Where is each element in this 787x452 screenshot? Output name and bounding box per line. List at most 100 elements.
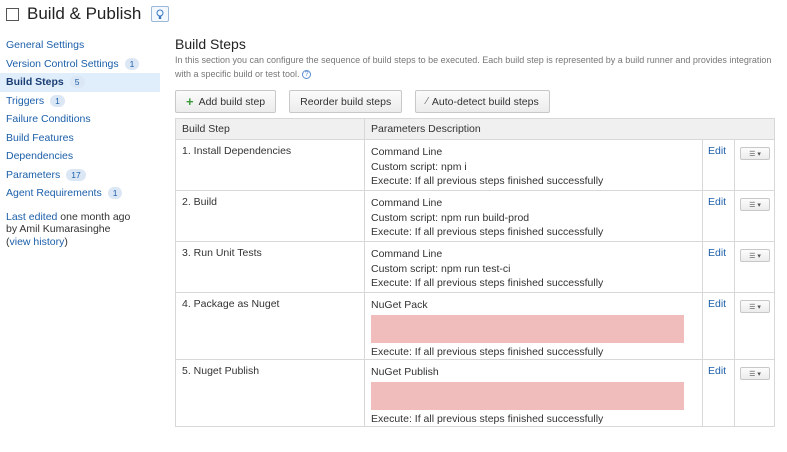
main-content: Build Steps In this section you can conf… [175, 36, 775, 427]
count-badge: 1 [124, 57, 140, 70]
list-icon: ☰ ▾ [749, 303, 761, 311]
runner-type: Command Line [371, 146, 443, 158]
table-row[interactable]: 3. Run Unit Tests Command Line Custom sc… [175, 241, 775, 293]
step-parameters: NuGet Pack Execute: If all previous step… [364, 292, 703, 360]
add-build-step-button[interactable]: + Add build step [175, 90, 277, 113]
list-icon: ☰ ▾ [749, 201, 761, 209]
edit-link[interactable]: Edit [708, 365, 726, 377]
edit-link[interactable]: Edit [708, 298, 726, 310]
list-icon: ☰ ▾ [749, 370, 761, 378]
sidebar-item-label: Dependencies [6, 150, 74, 163]
actions-menu-button[interactable]: ☰ ▾ [740, 249, 770, 262]
button-label: Auto-detect build steps [431, 95, 539, 108]
checkbox-icon[interactable] [6, 7, 19, 21]
table-row[interactable]: 2. Build Command Line Custom script: npm… [175, 190, 775, 242]
sidebar-item-version-control-settings[interactable]: Version Control Settings 1 [0, 55, 160, 74]
sidebar-item-label: Triggers [6, 94, 45, 107]
edit-cell: Edit [702, 139, 735, 191]
actions-menu-button[interactable]: ☰ ▾ [740, 367, 770, 380]
sidebar-item-label: General Settings [6, 39, 85, 52]
question-circle-icon[interactable]: ? [302, 69, 312, 79]
sidebar-item-parameters[interactable]: Parameters 17 [0, 166, 160, 185]
sidebar-item-general-settings[interactable]: General Settings [0, 36, 160, 55]
edit-cell: Edit [702, 359, 735, 427]
edit-link[interactable]: Edit [708, 247, 726, 259]
edit-cell: Edit [702, 190, 735, 242]
sidebar-item-label: Failure Conditions [6, 113, 91, 126]
redacted-block [371, 314, 684, 343]
actions-cell: ☰ ▾ [734, 139, 775, 191]
actions-menu-button[interactable]: ☰ ▾ [740, 147, 770, 160]
column-header-parameters: Parameters Description [364, 118, 775, 140]
sidebar-item-agent-requirements[interactable]: Agent Requirements 1 [0, 184, 160, 203]
magic-wand-icon: ⁄ [426, 96, 428, 107]
actions-cell: ☰ ▾ [734, 359, 775, 427]
actions-cell: ☰ ▾ [734, 241, 775, 293]
count-badge: 5 [69, 76, 85, 89]
step-name[interactable]: 5. Nuget Publish [175, 359, 365, 427]
table-row[interactable]: 5. Nuget Publish NuGet Publish Execute: … [175, 359, 775, 427]
sidebar-item-failure-conditions[interactable]: Failure Conditions [0, 110, 160, 129]
section-description: In this section you can configure the se… [175, 54, 775, 81]
last-edited-by: by Amil Kumarasinghe [6, 223, 111, 235]
step-name[interactable]: 2. Build [175, 190, 365, 242]
sidebar-item-build-features[interactable]: Build Features [0, 129, 160, 148]
step-name[interactable]: 4. Package as Nuget [175, 292, 365, 360]
actions-menu-button[interactable]: ☰ ▾ [740, 198, 770, 211]
runner-type: NuGet Publish [371, 366, 439, 378]
edit-link[interactable]: Edit [708, 196, 726, 208]
step-parameters: Command Line Custom script: npm i Execut… [364, 139, 703, 191]
custom-script: Custom script: npm run test-ci [371, 262, 511, 275]
redacted-block [371, 381, 684, 410]
sidebar-item-triggers[interactable]: Triggers 1 [0, 92, 160, 111]
list-icon: ☰ ▾ [749, 252, 761, 260]
sidebar-item-build-steps[interactable]: Build Steps 5 [0, 73, 160, 92]
plus-icon: + [186, 94, 194, 109]
table-row[interactable]: 4. Package as Nuget NuGet Pack Execute: … [175, 292, 775, 360]
list-icon: ☰ ▾ [749, 150, 761, 158]
toolbar: + Add build step Reorder build steps ⁄ Aut… [175, 90, 563, 113]
actions-cell: ☰ ▾ [734, 292, 775, 360]
step-parameters: NuGet Publish Execute: If all previous s… [364, 359, 703, 427]
last-edited-info: Last edited one month ago by Amil Kumara… [0, 211, 160, 249]
section-title: Build Steps [175, 36, 246, 52]
reorder-build-steps-button[interactable]: Reorder build steps [289, 90, 403, 113]
edit-cell: Edit [702, 241, 735, 293]
count-badge: 1 [50, 94, 65, 107]
table-row[interactable]: 1. Install Dependencies Command Line Cus… [175, 139, 775, 191]
step-name[interactable]: 3. Run Unit Tests [175, 241, 365, 293]
sidebar-item-dependencies[interactable]: Dependencies [0, 147, 160, 166]
count-badge: 1 [107, 187, 123, 200]
count-badge: 17 [66, 168, 86, 181]
lightbulb-icon [156, 9, 164, 19]
sidebar: General Settings Version Control Setting… [0, 36, 160, 248]
execute-condition: Execute: If all previous steps finished … [371, 175, 604, 187]
auto-detect-build-steps-button[interactable]: ⁄ Auto-detect build steps [415, 90, 550, 113]
actions-cell: ☰ ▾ [734, 190, 775, 242]
execute-condition: Execute: If all previous steps finished … [371, 277, 604, 289]
column-header-build-step: Build Step [175, 118, 365, 140]
page-header: Build & Publish [6, 3, 170, 25]
execute-condition: Execute: If all previous steps finished … [371, 345, 604, 358]
step-parameters: Command Line Custom script: npm run test… [364, 241, 703, 293]
page-title: Build & Publish [27, 4, 142, 23]
custom-script: Custom script: npm run build-prod [371, 211, 530, 224]
button-label: Add build step [198, 95, 266, 108]
sidebar-item-label: Parameters [6, 168, 61, 181]
actions-menu-button[interactable]: ☰ ▾ [740, 300, 770, 313]
last-edited-link[interactable]: Last edited [6, 211, 57, 223]
step-name[interactable]: 1. Install Dependencies [175, 139, 365, 191]
runner-type: Command Line [371, 248, 443, 260]
lightbulb-button[interactable] [151, 6, 170, 22]
runner-type: Command Line [371, 197, 443, 209]
sidebar-item-label: Version Control Settings [6, 57, 119, 70]
paren-close: ) [64, 235, 68, 248]
runner-type: NuGet Pack [371, 299, 428, 311]
description-text: In this section you can configure the se… [175, 55, 772, 79]
build-steps-table: Build Step Parameters Description 1. Ins… [175, 118, 775, 427]
edit-cell: Edit [702, 292, 735, 360]
edit-link[interactable]: Edit [708, 145, 726, 157]
execute-condition: Execute: If all previous steps finished … [371, 412, 604, 425]
view-history-link[interactable]: view history [10, 236, 65, 248]
last-edited-time: one month ago [57, 210, 131, 223]
